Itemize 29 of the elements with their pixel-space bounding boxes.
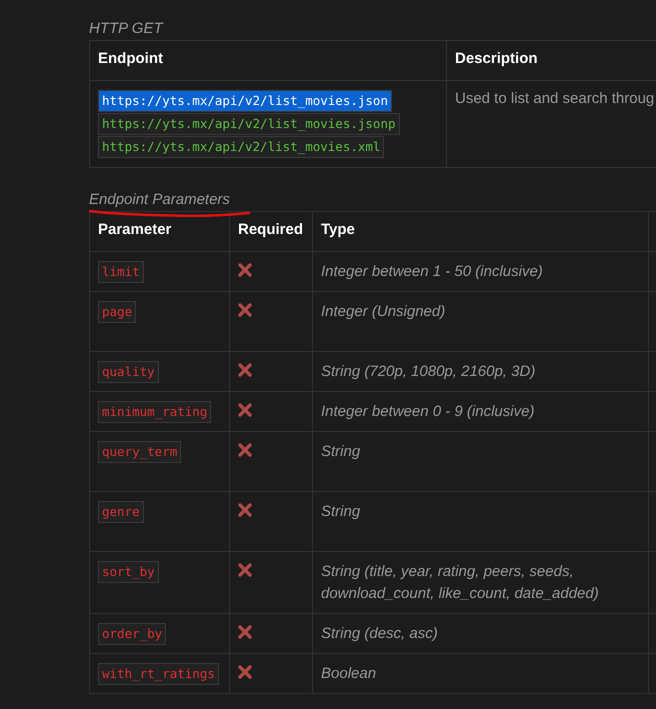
endpoint-url: https://yts.mx/api/v2/list_movies.jsonp — [98, 113, 400, 135]
parameter-name: minimum_rating — [98, 401, 212, 423]
column-header: Type — [312, 212, 648, 252]
type-text: Boolean — [321, 665, 376, 682]
type-text: String (title, year, rating, peers, seeds, download_count, like_count, date_added) — [321, 563, 599, 602]
parameter-name: quality — [98, 361, 159, 383]
section-title: Endpoint Parameters — [89, 191, 230, 208]
column-header: Parameter — [90, 212, 230, 252]
column-header: Required — [230, 212, 312, 252]
parameter-name: with_rt_ratings — [98, 663, 219, 685]
parameter-name: sort_by — [98, 561, 159, 583]
type-text: String (720p, 1080p, 2160p, 3D) — [321, 363, 536, 380]
parameter-name: order_by — [98, 623, 166, 645]
column-header: Endpoint — [90, 40, 446, 80]
parameter-name: limit — [98, 261, 144, 283]
type-text: Integer between 1 - 50 (inclusive) — [321, 263, 543, 280]
endpoint-url: https://yts.mx/api/v2/list_movies.json — [98, 90, 392, 112]
description-text: Used to list and search throug — [455, 90, 654, 107]
endpoint-url: https://yts.mx/api/v2/list_movies.xml — [98, 136, 384, 158]
parameter-name: query_term — [98, 441, 182, 463]
type-text: Integer between 0 - 9 (inclusive) — [321, 403, 534, 420]
type-text: String — [321, 503, 360, 520]
parameter-name: page — [98, 301, 136, 323]
type-text: String (desc, asc) — [321, 625, 438, 642]
type-text: String — [321, 443, 360, 460]
type-text: Integer (Unsigned) — [321, 303, 446, 320]
section-title: HTTP GET — [89, 19, 164, 39]
column-header: Description — [446, 40, 656, 80]
parameter-name: genre — [98, 501, 144, 523]
